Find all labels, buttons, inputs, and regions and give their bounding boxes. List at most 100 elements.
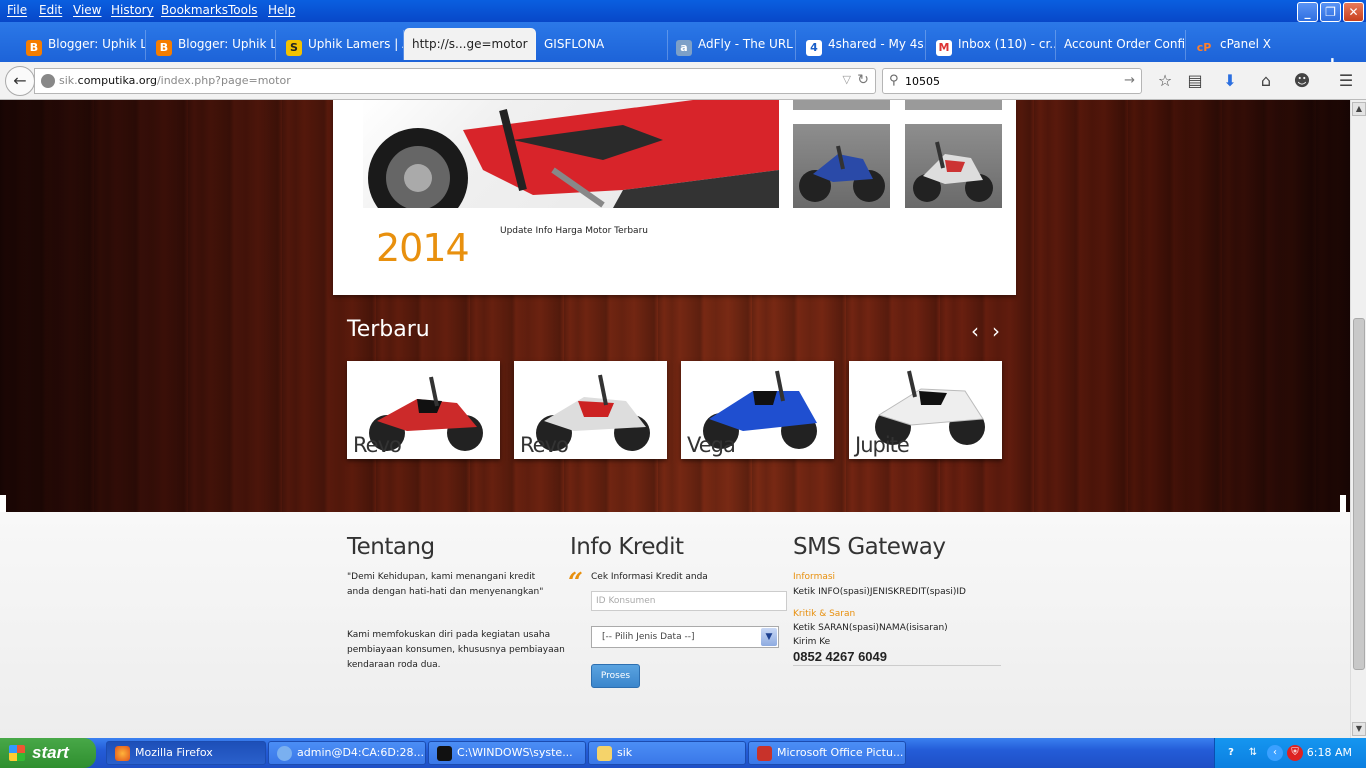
network-tray-icon[interactable]: ⇅ bbox=[1245, 745, 1261, 761]
thumbnail-partial[interactable] bbox=[905, 100, 1002, 110]
chat-icon[interactable]: ☻ bbox=[1291, 71, 1313, 91]
footer: Tentang "Demi Kehidupan, kami menangani … bbox=[0, 512, 1350, 738]
firefox-icon bbox=[115, 746, 130, 761]
office-picture-icon bbox=[757, 746, 772, 761]
download-icon[interactable]: ⬇ bbox=[1219, 71, 1241, 91]
reading-list-icon[interactable]: ▤ bbox=[1184, 71, 1206, 91]
system-tray: ? ⇅ ‹ ⛨ 6:18 AM bbox=[1214, 738, 1366, 768]
cek-kredit-text: Cek Informasi Kredit anda bbox=[591, 572, 708, 582]
page-viewport: 2014 Update Info Harga Motor Terbaru Ter… bbox=[0, 100, 1350, 738]
thumbnail-red-scooter[interactable] bbox=[905, 124, 1002, 208]
tab-cpanel[interactable]: cP cPanel X bbox=[1186, 30, 1314, 60]
thumbnail-partial[interactable] bbox=[793, 100, 890, 110]
menu-tools[interactable]: Tools bbox=[228, 3, 258, 17]
terbaru-title: Terbaru bbox=[347, 317, 430, 342]
product-card-vega[interactable]: Vega bbox=[681, 361, 834, 459]
sms-informasi-label: Informasi bbox=[793, 572, 836, 582]
folder-icon bbox=[597, 746, 612, 761]
chevron-left-icon[interactable]: ‹ bbox=[971, 321, 979, 341]
featured-card: 2014 Update Info Harga Motor Terbaru bbox=[333, 100, 1016, 295]
url-bar[interactable]: sik.computika.org/index.php?page=motor ▽… bbox=[34, 68, 876, 94]
url-text: sik.computika.org/index.php?page=motor bbox=[59, 74, 291, 87]
bookmark-star-icon[interactable]: ☆ bbox=[1154, 71, 1176, 91]
expand-tray-icon[interactable]: ‹ bbox=[1267, 745, 1283, 761]
quote-mark-icon: “ bbox=[568, 568, 583, 598]
thumbnail-blue-motorcycle[interactable] bbox=[793, 124, 890, 208]
minimize-button[interactable]: _ bbox=[1297, 2, 1318, 22]
scroll-up-icon[interactable]: ▲ bbox=[1352, 102, 1366, 116]
scroll-thumb[interactable] bbox=[1353, 318, 1365, 670]
proses-button[interactable]: Proses bbox=[591, 664, 640, 688]
menu-bookmarks[interactable]: Bookmarks bbox=[161, 3, 228, 17]
home-icon[interactable]: ⌂ bbox=[1255, 71, 1277, 91]
tab-uphik-lamers[interactable]: SUphik Lamers | A... bbox=[278, 30, 404, 60]
jenis-data-value: [-- Pilih Jenis Data --] bbox=[602, 632, 695, 642]
product-card-jupiter[interactable]: Jupite bbox=[849, 361, 1002, 459]
task-cmd[interactable]: C:\WINDOWS\syste... bbox=[428, 741, 586, 765]
menu-view[interactable]: View bbox=[73, 3, 101, 17]
tab-4shared[interactable]: 4 4shared - My 4s... bbox=[798, 30, 926, 60]
nav-bar: sik.computika.org/index.php?page=motor ▽… bbox=[0, 62, 1366, 100]
task-office-picture[interactable]: Microsoft Office Pictu... bbox=[748, 741, 906, 765]
tab-blogger-1[interactable]: BBlogger: Uphik L... bbox=[18, 30, 146, 60]
blogger-icon: B bbox=[26, 40, 42, 56]
restore-button[interactable]: ❐ bbox=[1320, 2, 1341, 22]
windows-flag-icon bbox=[9, 745, 25, 761]
menu-help[interactable]: Help bbox=[268, 3, 295, 17]
chevron-right-icon[interactable]: › bbox=[992, 321, 1000, 341]
tab-bar: BBlogger: Uphik L... BBlogger: Uphik L..… bbox=[0, 22, 1366, 76]
network-icon bbox=[277, 746, 292, 761]
tab-adfly[interactable]: aAdFly - The URL ... bbox=[668, 30, 796, 60]
taskbar: start Mozilla Firefox admin@D4:CA:6D:28.… bbox=[0, 738, 1366, 768]
product-card-revo-red[interactable]: Revo bbox=[347, 361, 500, 459]
clock: 6:18 AM bbox=[1306, 746, 1352, 759]
search-go-icon[interactable]: → bbox=[1124, 73, 1135, 88]
info-kredit-title: Info Kredit bbox=[570, 534, 684, 560]
sms-informasi-text: Ketik INFO(spasi)JENISKREDIT(spasi)ID bbox=[793, 587, 966, 597]
wood-background: 2014 Update Info Harga Motor Terbaru Ter… bbox=[0, 100, 1350, 512]
scroll-down-icon[interactable]: ▼ bbox=[1352, 722, 1366, 736]
id-konsumen-input[interactable] bbox=[591, 591, 787, 611]
task-admin[interactable]: admin@D4:CA:6D:28... bbox=[268, 741, 426, 765]
year-heading: 2014 bbox=[376, 226, 470, 270]
tentang-paragraph-line-1: Kami memfokuskan diri pada kegiatan usah… bbox=[347, 630, 551, 640]
task-sik-folder[interactable]: sik bbox=[588, 741, 746, 765]
antivirus-icon[interactable]: ⛨ bbox=[1287, 745, 1303, 761]
chevron-down-icon[interactable]: ▼ bbox=[761, 628, 777, 646]
tentang-quote-line-1: "Demi Kehidupan, kami menangani kredit bbox=[347, 572, 536, 582]
search-bar[interactable]: ⚲ → bbox=[882, 68, 1142, 94]
start-button[interactable]: start bbox=[0, 738, 96, 768]
sms-kirim-ke: Kirim Ke bbox=[793, 637, 831, 647]
tab-active-motor[interactable]: http://s...ge=motor✕ bbox=[404, 28, 536, 60]
back-button[interactable]: ← bbox=[5, 66, 35, 96]
tab-gisflona[interactable]: GISFLONA bbox=[536, 30, 668, 60]
dropdown-triangle-icon[interactable]: ▽ bbox=[843, 73, 851, 86]
product-card-revo-white[interactable]: Revo bbox=[514, 361, 667, 459]
adfly-icon: a bbox=[676, 40, 692, 56]
menu-history[interactable]: History bbox=[111, 3, 154, 17]
tab-account-order[interactable]: Account Order Confir... bbox=[1056, 30, 1186, 60]
help-icon[interactable]: ? bbox=[1223, 745, 1239, 761]
menu-edit[interactable]: Edit bbox=[39, 3, 62, 17]
jenis-data-select[interactable]: [-- Pilih Jenis Data --] ▼ bbox=[591, 626, 779, 648]
motorcycle-illustration bbox=[368, 100, 779, 208]
sms-kritik-text: Ketik SARAN(spasi)NAMA(isisaran) bbox=[793, 623, 948, 633]
menu-hamburger-icon[interactable]: ☰ bbox=[1335, 71, 1357, 91]
card-label: Vega bbox=[687, 433, 736, 457]
search-icon: ⚲ bbox=[889, 73, 899, 88]
hero-motorcycle-image[interactable] bbox=[363, 100, 779, 208]
sms-kritik-label: Kritik & Saran bbox=[793, 609, 856, 619]
globe-icon bbox=[41, 74, 55, 88]
update-text[interactable]: Update Info Harga Motor Terbaru bbox=[500, 226, 648, 236]
tab-blogger-2[interactable]: BBlogger: Uphik L... bbox=[148, 30, 276, 60]
close-window-button[interactable]: ✕ bbox=[1343, 2, 1364, 22]
tab-inbox[interactable]: M Inbox (110) - cr... bbox=[928, 30, 1056, 60]
reload-icon[interactable]: ↻ bbox=[857, 72, 869, 88]
cmd-icon bbox=[437, 746, 452, 761]
menu-file[interactable]: File bbox=[7, 3, 27, 17]
tentang-title: Tentang bbox=[347, 534, 435, 560]
card-label: Revo bbox=[353, 433, 402, 457]
vertical-scrollbar[interactable]: ▲ ▼ bbox=[1350, 100, 1366, 738]
search-input[interactable] bbox=[905, 72, 1115, 90]
task-firefox[interactable]: Mozilla Firefox bbox=[106, 741, 266, 765]
